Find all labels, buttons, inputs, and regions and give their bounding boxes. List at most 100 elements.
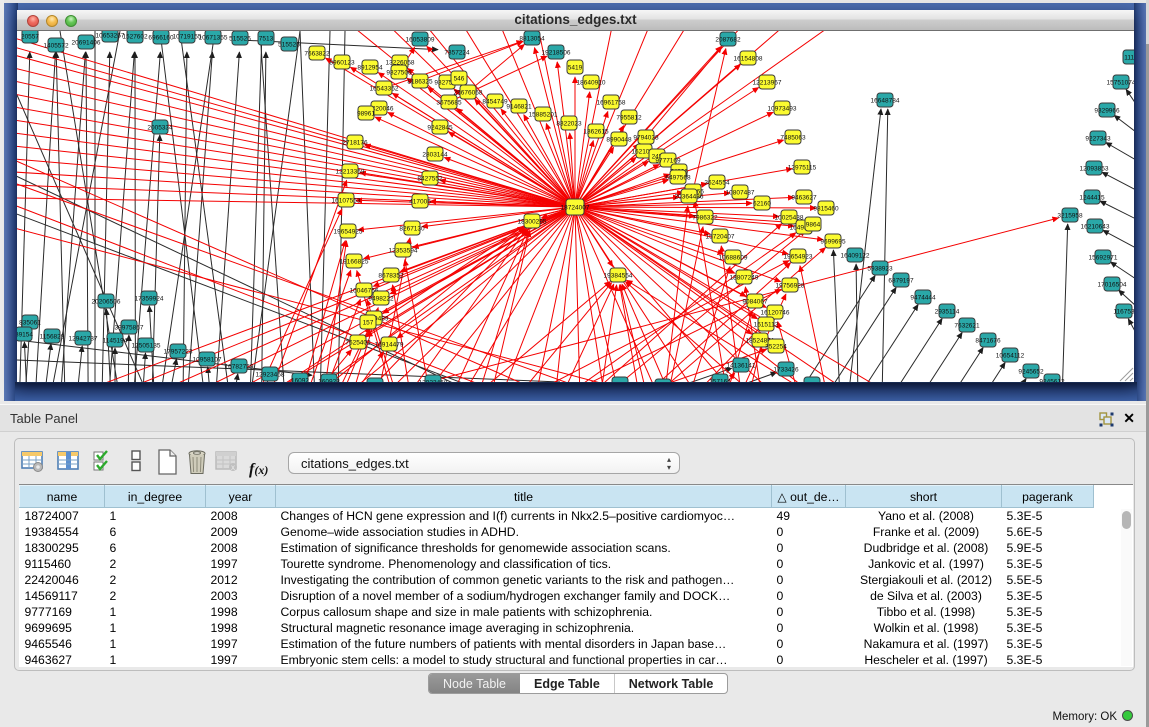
svg-text:12505135: 12505135 (132, 342, 161, 349)
svg-text:7357224: 7357224 (444, 49, 470, 56)
svg-text:515526: 515526 (229, 35, 251, 42)
svg-text:16107553: 16107553 (332, 197, 361, 204)
svg-text:6497568: 6497568 (665, 174, 691, 181)
svg-text:157: 157 (363, 319, 374, 326)
svg-text:16120746: 16120746 (761, 309, 790, 316)
svg-text:1145194: 1145194 (103, 337, 128, 344)
svg-text:8471676: 8471676 (975, 337, 1001, 344)
svg-text:12213967: 12213967 (753, 79, 782, 86)
svg-text:1733426: 1733426 (773, 366, 799, 373)
svg-text:12942737: 12942737 (69, 335, 98, 342)
svg-text:12923468: 12923468 (419, 379, 448, 382)
svg-text:9329966: 9329966 (1094, 107, 1120, 114)
svg-text:19218506: 19218506 (542, 49, 571, 56)
svg-text:2005334: 2005334 (147, 124, 173, 131)
svg-text:8267130: 8267130 (399, 225, 425, 232)
svg-text:9245652: 9245652 (1018, 368, 1044, 375)
svg-text:18807249: 18807249 (730, 274, 759, 281)
svg-text:515526: 515526 (278, 41, 300, 48)
svg-text:252254: 252254 (765, 343, 787, 350)
svg-text:3675685: 3675685 (436, 99, 462, 106)
svg-text:14136141: 14136141 (727, 362, 756, 369)
svg-text:19654923: 19654923 (784, 253, 813, 260)
svg-text:10671355: 10671355 (199, 34, 228, 41)
svg-text:2935114: 2935114 (935, 308, 960, 315)
svg-text:116753: 116753 (1113, 308, 1134, 315)
svg-text:18300295: 18300295 (518, 218, 547, 225)
svg-text:18724007: 18724007 (561, 204, 590, 211)
svg-text:16154808: 16154808 (734, 55, 763, 62)
svg-text:9146821: 9146821 (506, 103, 532, 110)
svg-text:157164: 157164 (709, 378, 731, 382)
svg-text:10973493: 10973493 (768, 105, 797, 112)
svg-text:16961758: 16961758 (597, 99, 626, 106)
svg-text:16914479: 16914479 (375, 341, 404, 348)
svg-text:7663822: 7663822 (304, 50, 330, 57)
svg-text:417006: 417006 (409, 198, 431, 205)
svg-text:12093853: 12093853 (1080, 165, 1109, 172)
svg-text:15885201: 15885201 (529, 111, 558, 118)
svg-text:20364436: 20364436 (675, 193, 704, 200)
svg-text:15720407: 15720407 (706, 233, 735, 240)
svg-text:15692971: 15692971 (1089, 254, 1118, 261)
svg-text:7955812: 7955812 (616, 114, 642, 121)
svg-text:8813054: 8813054 (519, 35, 545, 42)
svg-text:8427552: 8427552 (417, 175, 443, 182)
svg-text:7625402: 7625402 (345, 339, 371, 346)
svg-text:1615112: 1615112 (754, 321, 779, 328)
svg-text:9242845: 9242845 (427, 124, 453, 131)
svg-text:9227343: 9227343 (1085, 135, 1111, 142)
svg-text:8990448: 8990448 (606, 136, 632, 143)
svg-text:9498222: 9498222 (368, 295, 394, 302)
svg-text:12353594: 12353594 (389, 247, 418, 254)
svg-text:28676068: 28676068 (454, 89, 483, 96)
svg-text:1156829: 1156829 (40, 333, 65, 340)
svg-text:1244415: 1244415 (1079, 194, 1105, 201)
svg-text:10807487: 10807487 (726, 189, 755, 196)
svg-text:546: 546 (454, 75, 465, 82)
svg-text:20691406: 20691406 (72, 39, 101, 46)
svg-text:9327506: 9327506 (386, 69, 412, 76)
svg-text:9777169: 9777169 (655, 157, 681, 164)
svg-text:160923: 160923 (318, 378, 340, 382)
svg-text:2803144: 2803144 (422, 151, 448, 158)
svg-text:39975867: 39975867 (115, 324, 144, 331)
svg-text:16782759: 16782759 (225, 363, 254, 370)
svg-text:7485063: 7485063 (780, 134, 806, 141)
svg-text:16543362: 16543362 (370, 85, 399, 92)
svg-text:x: x (231, 463, 235, 472)
svg-text:9245612: 9245612 (1039, 378, 1065, 382)
svg-text:16409122: 16409122 (841, 252, 870, 259)
svg-text:3624554: 3624554 (704, 179, 730, 186)
svg-text:9084067: 9084067 (742, 298, 768, 305)
svg-text:9794028: 9794028 (633, 134, 659, 141)
svg-text:9815460: 9815460 (813, 205, 839, 212)
svg-text:20206506: 20206506 (92, 298, 121, 305)
svg-text:835061: 835061 (19, 319, 41, 326)
svg-text:18640910: 18640910 (577, 79, 606, 86)
svg-text:98961: 98961 (357, 110, 375, 117)
svg-text:8912954: 8912954 (357, 64, 383, 71)
svg-text:17359924: 17359924 (135, 295, 164, 302)
svg-text:5938923: 5938923 (867, 265, 893, 272)
svg-text:8960123: 8960123 (329, 59, 355, 66)
svg-text:10654112: 10654112 (996, 352, 1025, 359)
svg-text:20557: 20557 (21, 33, 39, 40)
svg-text:16648784: 16648784 (871, 97, 900, 104)
svg-text:2718176: 2718176 (342, 139, 368, 146)
svg-text:12975115: 12975115 (788, 164, 817, 171)
svg-text:16053809: 16053809 (406, 36, 435, 43)
svg-text:17957223: 17957223 (164, 348, 193, 355)
svg-text:7513: 7513 (259, 35, 274, 42)
svg-text:1112: 1112 (1124, 54, 1134, 61)
svg-text:19384554: 19384554 (604, 272, 633, 279)
svg-text:9463627: 9463627 (791, 194, 817, 201)
svg-text:12923468: 12923468 (256, 371, 285, 378)
svg-text:1527602: 1527602 (122, 33, 148, 40)
svg-text:19756928: 19756928 (776, 282, 805, 289)
svg-text:8322023: 8322023 (556, 120, 582, 127)
svg-text:10653267: 10653267 (96, 32, 125, 39)
svg-text:19654925: 19654925 (334, 228, 363, 235)
svg-text:1362615: 1362615 (583, 128, 609, 135)
svg-text:6966160: 6966160 (148, 34, 174, 41)
